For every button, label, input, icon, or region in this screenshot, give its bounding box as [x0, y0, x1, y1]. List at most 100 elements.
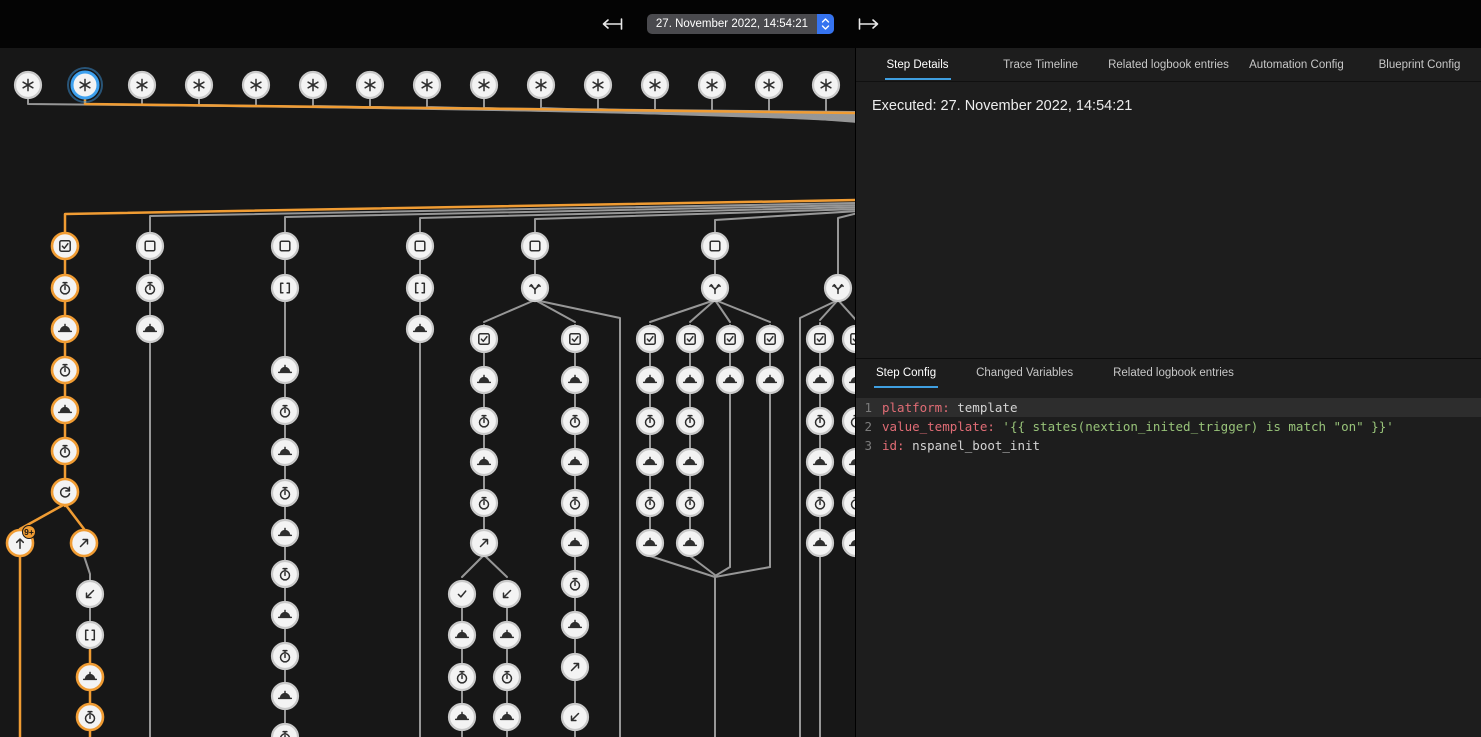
- tab-automation-config[interactable]: Automation Config: [1235, 48, 1358, 81]
- graph-node-square[interactable]: [272, 233, 298, 259]
- tab-related-logbook-entries-bottom[interactable]: Related logbook entries: [1093, 359, 1254, 386]
- graph-node-dome[interactable]: [494, 704, 520, 730]
- graph-node-timer[interactable]: [807, 490, 833, 516]
- graph-node-timer[interactable]: [677, 408, 703, 434]
- tab-changed-variables[interactable]: Changed Variables: [956, 359, 1093, 386]
- graph-node-timer[interactable]: [494, 664, 520, 690]
- graph-node-checkbox[interactable]: [843, 326, 856, 352]
- tab-step-config[interactable]: Step Config: [856, 359, 956, 386]
- graph-node-dome[interactable]: [407, 316, 433, 342]
- graph-node-ast[interactable]: [414, 72, 440, 98]
- graph-node-dome[interactable]: [807, 449, 833, 475]
- graph-node-ast[interactable]: [300, 72, 326, 98]
- graph-node-dome[interactable]: [272, 357, 298, 383]
- graph-node-dome[interactable]: [677, 449, 703, 475]
- next-run-button[interactable]: [854, 14, 884, 34]
- graph-node-timer[interactable]: [52, 275, 78, 301]
- graph-node-dome[interactable]: [562, 367, 588, 393]
- graph-node-dome[interactable]: [807, 530, 833, 556]
- graph-node-dome[interactable]: [471, 367, 497, 393]
- graph-node-timer[interactable]: [272, 561, 298, 587]
- graph-node-checkbox[interactable]: [677, 326, 703, 352]
- graph-node-dome[interactable]: [272, 439, 298, 465]
- graph-node-dome[interactable]: [843, 367, 856, 393]
- graph-node-ast[interactable]: [471, 72, 497, 98]
- graph-node-checkbox[interactable]: [807, 326, 833, 352]
- graph-node-timer[interactable]: [77, 704, 103, 730]
- graph-node-timer[interactable]: [843, 408, 856, 434]
- graph-node-timer[interactable]: [52, 438, 78, 464]
- graph-node-dome[interactable]: [677, 367, 703, 393]
- graph-node-dome[interactable]: [272, 683, 298, 709]
- graph-node-timer[interactable]: [471, 408, 497, 434]
- graph-node-checkbox[interactable]: [562, 326, 588, 352]
- graph-node-square[interactable]: [407, 233, 433, 259]
- graph-node-dome[interactable]: [272, 602, 298, 628]
- graph-node-timer[interactable]: [843, 490, 856, 516]
- graph-node-ast[interactable]: [186, 72, 212, 98]
- graph-node-arrow-up[interactable]: 9+: [7, 526, 36, 557]
- graph-node-split[interactable]: [825, 275, 851, 301]
- graph-node-square[interactable]: [702, 233, 728, 259]
- graph-node-dome[interactable]: [52, 316, 78, 342]
- graph-node-ast[interactable]: [756, 72, 782, 98]
- graph-node-dome[interactable]: [717, 367, 743, 393]
- graph-node-timer[interactable]: [562, 408, 588, 434]
- tab-step-details[interactable]: Step Details: [856, 48, 979, 81]
- graph-node-split[interactable]: [522, 275, 548, 301]
- graph-node-ast[interactable]: [528, 72, 554, 98]
- graph-node-checkbox[interactable]: [52, 233, 78, 259]
- graph-node-brackets[interactable]: [77, 622, 103, 648]
- graph-node-brackets[interactable]: [407, 275, 433, 301]
- graph-node-dome[interactable]: [637, 367, 663, 393]
- graph-node-dome[interactable]: [449, 704, 475, 730]
- graph-node-dome[interactable]: [137, 316, 163, 342]
- graph-node-arrow-ne[interactable]: [71, 530, 97, 556]
- graph-node-ast[interactable]: [699, 72, 725, 98]
- graph-node-dome[interactable]: [272, 520, 298, 546]
- graph-node-dome[interactable]: [757, 367, 783, 393]
- graph-node-checkbox[interactable]: [471, 326, 497, 352]
- graph-node-dome[interactable]: [677, 530, 703, 556]
- graph-node-dome[interactable]: [449, 622, 475, 648]
- graph-node-dome[interactable]: [562, 530, 588, 556]
- graph-node-checkbox[interactable]: [717, 326, 743, 352]
- run-selector[interactable]: 27. November 2022, 14:54:21: [647, 14, 834, 34]
- graph-node-dome[interactable]: [77, 664, 103, 690]
- graph-node-arrow-sw[interactable]: [494, 581, 520, 607]
- graph-node-dome[interactable]: [637, 449, 663, 475]
- tab-blueprint-config[interactable]: Blueprint Config: [1358, 48, 1481, 81]
- graph-node-timer[interactable]: [272, 643, 298, 669]
- graph-node-ast[interactable]: [15, 72, 41, 98]
- graph-node-dome[interactable]: [471, 449, 497, 475]
- graph-node-timer[interactable]: [272, 398, 298, 424]
- graph-node-arrow-sw[interactable]: [77, 581, 103, 607]
- graph-node-dome[interactable]: [562, 449, 588, 475]
- graph-node-ast[interactable]: [243, 72, 269, 98]
- graph-node-dome[interactable]: [562, 612, 588, 638]
- graph-node-ast[interactable]: [585, 72, 611, 98]
- graph-node-timer[interactable]: [637, 408, 663, 434]
- graph-node-timer[interactable]: [471, 490, 497, 516]
- graph-node-timer[interactable]: [677, 490, 703, 516]
- previous-run-button[interactable]: [597, 14, 627, 34]
- graph-node-refresh[interactable]: [52, 479, 78, 505]
- graph-node-dome[interactable]: [494, 622, 520, 648]
- graph-node-timer[interactable]: [562, 490, 588, 516]
- graph-node-square[interactable]: [137, 233, 163, 259]
- graph-node-timer[interactable]: [562, 571, 588, 597]
- graph-node-dome[interactable]: [843, 449, 856, 475]
- graph-node-ast[interactable]: [642, 72, 668, 98]
- graph-node-ast[interactable]: [357, 72, 383, 98]
- graph-node-checkbox[interactable]: [757, 326, 783, 352]
- graph-node-square[interactable]: [522, 233, 548, 259]
- graph-node-brackets[interactable]: [272, 275, 298, 301]
- graph-node-check[interactable]: [449, 581, 475, 607]
- graph-node-timer[interactable]: [807, 408, 833, 434]
- graph-node-checkbox[interactable]: [637, 326, 663, 352]
- graph-node-dome[interactable]: [843, 530, 856, 556]
- graph-node-dome[interactable]: [52, 397, 78, 423]
- tab-trace-timeline[interactable]: Trace Timeline: [979, 48, 1102, 81]
- graph-node-timer[interactable]: [637, 490, 663, 516]
- graph-node-dome[interactable]: [637, 530, 663, 556]
